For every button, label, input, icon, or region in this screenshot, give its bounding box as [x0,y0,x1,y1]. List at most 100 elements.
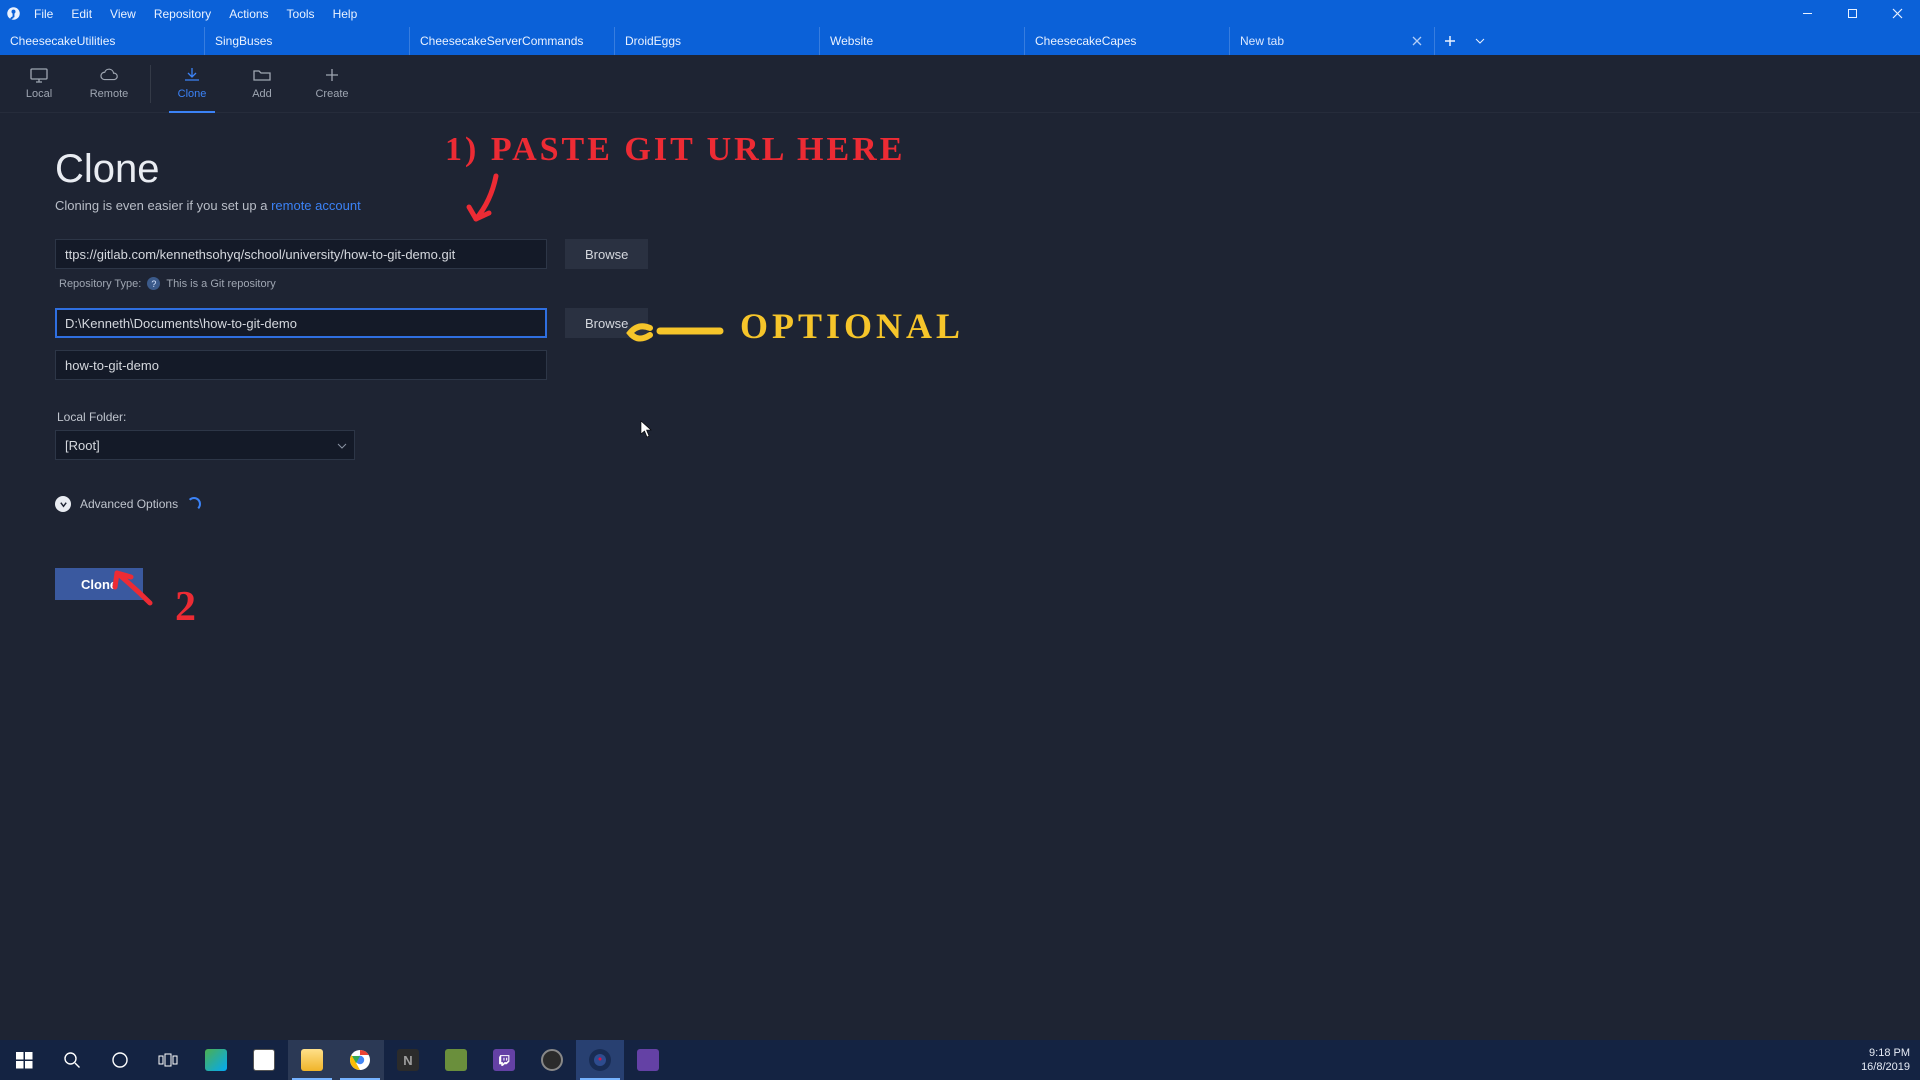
toolbar-label: Clone [178,88,207,100]
toolbar-label: Add [252,88,272,100]
cortana-icon [111,1051,129,1069]
tab-repo[interactable]: CheesecakeCapes [1025,27,1230,55]
toolbar-label: Create [315,88,348,100]
start-button[interactable] [0,1040,48,1080]
taskbar-taskview[interactable] [144,1040,192,1080]
tab-add-button[interactable] [1435,27,1465,55]
tab-repo[interactable]: Website [820,27,1025,55]
advanced-options-label[interactable]: Advanced Options [80,497,178,511]
menu-file[interactable]: File [26,3,61,25]
menu-view[interactable]: View [102,3,144,25]
taskbar-app[interactable] [192,1040,240,1080]
taskbar-app[interactable] [480,1040,528,1080]
annotation-step1-text: 1) PASTE GIT URL HERE [445,131,905,169]
app-icon [637,1049,659,1071]
taskbar-app[interactable] [240,1040,288,1080]
chrome-icon [349,1049,371,1071]
tab-repo[interactable]: SingBuses [205,27,410,55]
tab-repo[interactable]: CheesecakeUtilities [0,27,205,55]
clone-panel: Clone Cloning is even easier if you set … [0,113,1920,1040]
toolbar-local[interactable]: Local [4,55,74,113]
menubar: File Edit View Repository Actions Tools … [26,3,365,25]
tab-label: New tab [1240,34,1284,48]
repo-name-input[interactable] [55,350,547,380]
taskbar-app[interactable] [624,1040,672,1080]
local-folder-label: Local Folder: [57,410,1920,424]
window-minimize-button[interactable] [1785,0,1830,27]
action-toolbar: Local Remote Clone Add Create [0,55,1920,113]
obs-icon [541,1049,563,1071]
menu-repository[interactable]: Repository [146,3,219,25]
tab-label: SingBuses [215,34,272,48]
remote-account-link[interactable]: remote account [271,198,361,213]
hint-label: Repository Type: [59,278,141,290]
app-icon: N [397,1049,419,1071]
annotation-arrow-icon [105,563,165,613]
taskbar-chrome[interactable] [336,1040,384,1080]
loading-spinner-icon [187,497,201,511]
annotation-step2-text: 2 [175,583,199,631]
annotation-arrow-icon [461,171,511,231]
gitkraken-icon [589,1049,611,1071]
menu-edit[interactable]: Edit [63,3,100,25]
taskbar-explorer[interactable] [288,1040,336,1080]
browse-source-button[interactable]: Browse [565,239,648,269]
close-tab-icon[interactable] [1410,34,1424,48]
menu-help[interactable]: Help [325,3,366,25]
system-tray-clock[interactable]: 9:18 PM 16/8/2019 [1851,1046,1920,1075]
download-icon [182,67,202,83]
hint-text: This is a Git repository [166,278,275,290]
clock-time: 9:18 PM [1861,1046,1910,1060]
window-maximize-button[interactable] [1830,0,1875,27]
destination-path-input[interactable] [55,308,547,338]
tab-repo[interactable]: DroidEggs [615,27,820,55]
windows-logo-icon [16,1052,33,1069]
app-icon [445,1049,467,1071]
twitch-icon [493,1049,515,1071]
tab-new[interactable]: New tab [1230,27,1435,55]
folder-icon [301,1049,323,1071]
menu-tools[interactable]: Tools [279,3,323,25]
toolbar-remote[interactable]: Remote [74,55,144,113]
taskbar-app[interactable] [432,1040,480,1080]
taskbar-cortana[interactable] [96,1040,144,1080]
toolbar-clone[interactable]: Clone [157,55,227,113]
folder-open-icon [252,67,272,83]
taskbar-app[interactable]: N [384,1040,432,1080]
tab-repo[interactable]: CheesecakeServerCommands [410,27,615,55]
toolbar-create[interactable]: Create [297,55,367,113]
toolbar-label: Local [26,88,52,100]
taskbar-gitkraken[interactable] [576,1040,624,1080]
page-title: Clone [55,147,1920,192]
app-icon [205,1049,227,1071]
subtitle-text: Cloning is even easier if you set up a [55,198,271,213]
page-subtitle: Cloning is even easier if you set up a r… [55,198,1920,213]
cloud-icon [99,67,119,83]
menu-actions[interactable]: Actions [221,3,276,25]
taskbar-search[interactable] [48,1040,96,1080]
search-icon [63,1051,81,1069]
toolbar-separator [150,65,151,103]
tab-label: CheesecakeCapes [1035,34,1136,48]
taskbar-app[interactable] [528,1040,576,1080]
toolbar-add[interactable]: Add [227,55,297,113]
store-icon [253,1049,275,1071]
tab-overflow-button[interactable] [1465,27,1495,55]
local-folder-select[interactable] [55,430,355,460]
monitor-icon [29,67,49,83]
windows-taskbar: N 9:18 PM 16/8/2019 [0,1040,1920,1080]
annotation-optional-text: OPTIONAL [740,305,964,347]
help-icon[interactable]: ? [147,277,160,290]
tab-label: CheesecakeServerCommands [420,34,583,48]
repo-type-hint: Repository Type: ? This is a Git reposit… [59,277,1920,290]
app-logo-icon [0,0,26,27]
tab-label: CheesecakeUtilities [10,34,115,48]
tab-label: DroidEggs [625,34,681,48]
window-close-button[interactable] [1875,0,1920,27]
tab-label: Website [830,34,873,48]
expand-advanced-icon[interactable] [55,496,71,512]
clock-date: 16/8/2019 [1861,1060,1910,1074]
titlebar: File Edit View Repository Actions Tools … [0,0,1920,27]
annotation-arrow-left-icon [620,303,730,353]
source-url-input[interactable] [55,239,547,269]
